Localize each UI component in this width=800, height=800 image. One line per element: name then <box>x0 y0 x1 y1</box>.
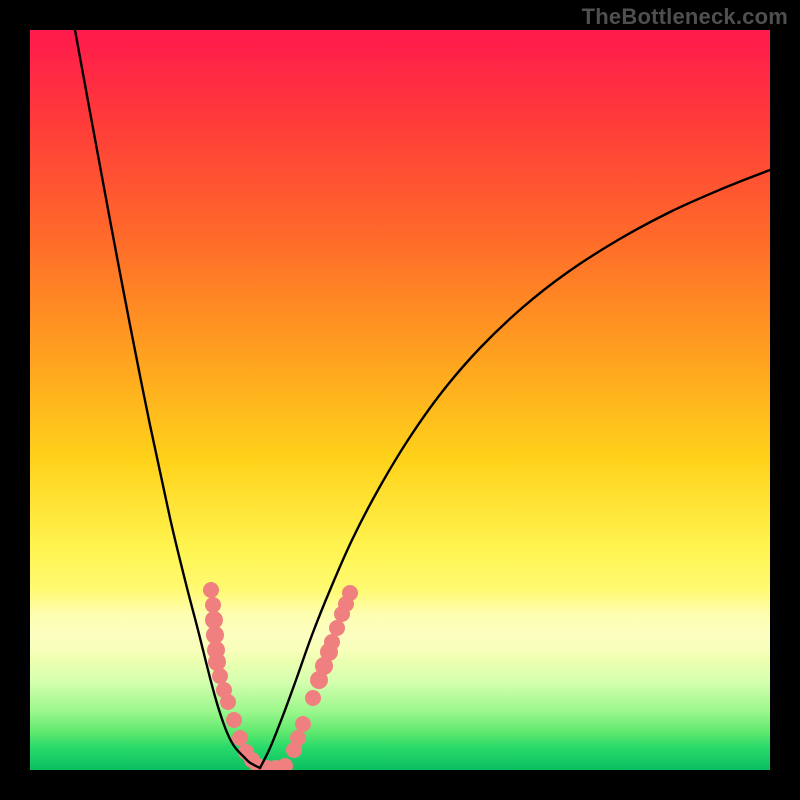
scatter-dot <box>342 585 358 601</box>
scatter-dot <box>208 653 226 671</box>
scatter-dot <box>329 620 345 636</box>
scatter-dot <box>232 730 248 746</box>
chart-svg <box>30 30 770 770</box>
scatter-dot <box>212 668 228 684</box>
watermark-text: TheBottleneck.com <box>582 4 788 30</box>
scatter-dot <box>290 730 306 746</box>
scatter-dot <box>324 634 340 650</box>
chart-frame: TheBottleneck.com <box>0 0 800 800</box>
scatter-dots <box>203 582 358 770</box>
scatter-dot <box>277 758 293 770</box>
scatter-dot <box>205 597 221 613</box>
scatter-dot <box>203 582 219 598</box>
scatter-dot <box>305 690 321 706</box>
scatter-dot <box>220 694 236 710</box>
plot-area <box>30 30 770 770</box>
curve-right-branch <box>260 170 770 768</box>
scatter-dot <box>295 716 311 732</box>
curve-left-branch <box>75 30 260 768</box>
scatter-dot <box>226 712 242 728</box>
